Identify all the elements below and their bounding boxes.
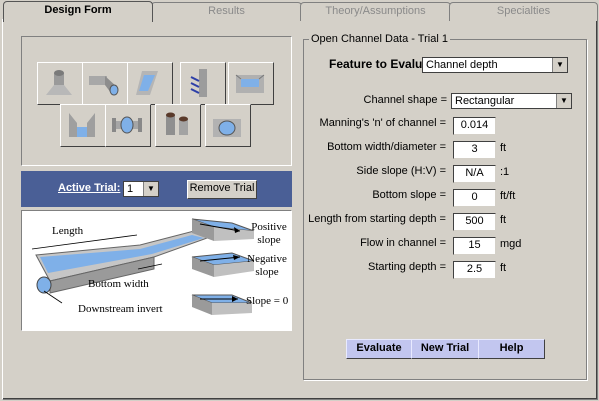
channel-shape-value: Rectangular	[455, 95, 515, 107]
chevron-down-icon: ▼	[556, 94, 571, 108]
flow-label: Flow in channel =	[360, 237, 446, 249]
length-from-start-input[interactable]: 500	[453, 213, 496, 231]
evaluate-button[interactable]: Evaluate	[346, 339, 412, 359]
starting-depth-label: Starting depth =	[368, 261, 446, 273]
active-trial-label: Active Trial:	[58, 182, 121, 194]
channel-shape-select[interactable]: Rectangular ▼	[451, 93, 572, 109]
tab-theory-assumptions[interactable]: Theory/Assumptions	[300, 2, 451, 21]
remove-trial-button[interactable]: Remove Trial	[187, 180, 257, 199]
active-trial-select[interactable]: 1 ▼	[123, 181, 159, 197]
box-channel-icon[interactable]	[228, 62, 274, 105]
weir-plate-icon[interactable]	[180, 62, 226, 105]
bottom-width-diameter-label: Bottom width/diameter =	[327, 141, 446, 153]
flow-input[interactable]: 15	[453, 237, 496, 255]
side-slope-input[interactable]: N/A	[453, 165, 496, 183]
side-slope-label: Side slope (H:V) =	[356, 165, 446, 177]
zero-slope-label: Slope = 0	[246, 295, 289, 307]
length-from-start-label: Length from starting depth =	[308, 213, 446, 225]
starting-depth-input[interactable]: 2.5	[453, 261, 496, 279]
open-channel-data-group	[303, 39, 587, 380]
pipe-junction-icon[interactable]	[105, 104, 151, 147]
bottom-slope-unit: ft/ft	[500, 190, 516, 202]
tab-design-form[interactable]: Design Form	[3, 1, 153, 22]
bottom-slope-input[interactable]: 0	[453, 189, 496, 207]
active-trial-value: 1	[127, 183, 134, 195]
help-button[interactable]: Help	[478, 339, 545, 359]
tab-results[interactable]: Results	[151, 2, 302, 21]
angled-pipe-icon[interactable]	[82, 62, 128, 105]
group-title: Open Channel Data - Trial 1	[309, 33, 450, 45]
flume-icon[interactable]	[60, 104, 106, 147]
mannings-n-input[interactable]: 0.014	[453, 117, 496, 135]
feature-select[interactable]: Channel depth ▼	[422, 57, 568, 73]
bottom-slope-label: Bottom slope =	[372, 189, 446, 201]
length-from-start-unit: ft	[500, 214, 507, 226]
negative-slope-label: Negative slope	[247, 253, 287, 278]
tab-specialties[interactable]: Specialties	[449, 2, 598, 21]
bottom-width-diameter-input[interactable]: 3	[453, 141, 496, 159]
chevron-down-icon: ▼	[552, 58, 567, 72]
length-label: Length	[52, 225, 84, 237]
positive-slope-label: Positive slope	[251, 221, 287, 246]
open-channel-icon[interactable]	[127, 62, 173, 105]
culvert-icon[interactable]	[205, 104, 251, 147]
new-trial-button[interactable]: New Trial	[411, 339, 479, 359]
mannings-n-label: Manning's 'n' of channel =	[319, 117, 446, 129]
chevron-down-icon: ▼	[143, 182, 158, 196]
bottom-width-label: Bottom width	[88, 278, 149, 290]
slope-diagram-panel: Length Bottom width Downstream invert Po…	[21, 210, 292, 331]
downstream-invert-label: Downstream invert	[78, 303, 163, 315]
flow-unit: mgd	[500, 238, 522, 250]
manhole-icon[interactable]	[155, 104, 201, 147]
side-slope-unit: :1	[500, 166, 510, 178]
pipe-outlet-icon[interactable]	[37, 62, 83, 105]
channel-shape-label: Channel shape =	[363, 94, 447, 106]
feature-value: Channel depth	[426, 59, 498, 71]
bottom-width-diameter-unit: ft	[500, 142, 507, 154]
starting-depth-unit: ft	[500, 262, 507, 274]
